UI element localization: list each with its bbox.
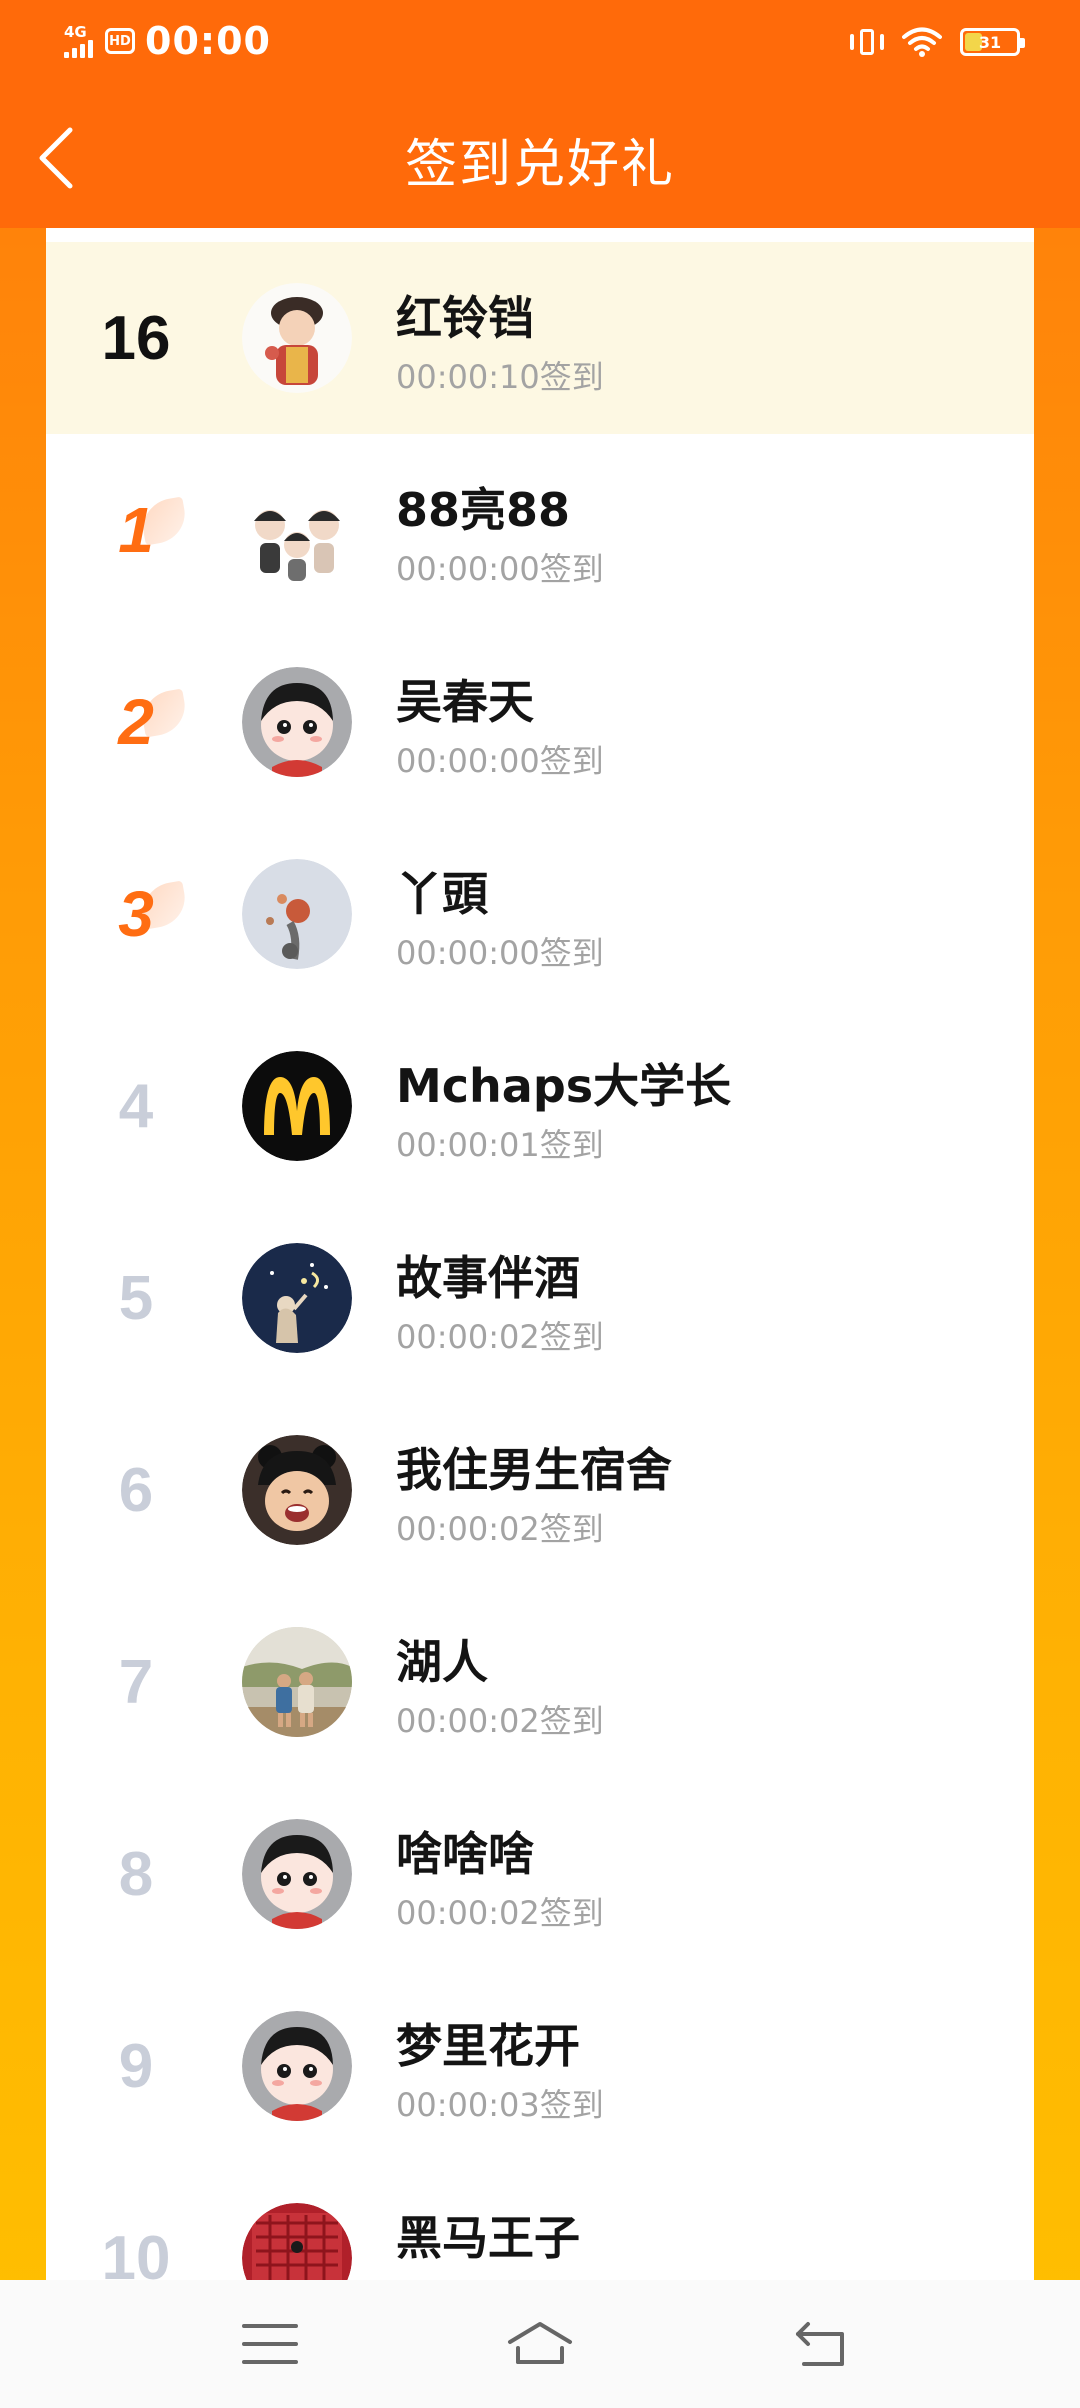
sign-in-time: 00:00:02签到 <box>396 1510 604 1548</box>
avatar[interactable] <box>242 2011 352 2121</box>
user-name: 黑马王子 <box>396 2211 580 2265</box>
rank-number: 4 <box>118 1071 154 1141</box>
rank-digit: 3 <box>118 878 154 950</box>
vibrate-icon <box>850 26 884 58</box>
user-name: 88亮88 <box>396 483 571 537</box>
avatar[interactable] <box>242 859 352 969</box>
sign-in-time: 00:00:01签到 <box>396 1126 604 1164</box>
sign-in-time: 00:00:02签到 <box>396 1318 604 1356</box>
avatar[interactable] <box>242 667 352 777</box>
rank-row[interactable]: 4 Mchaps大学长 00:00:01签到 <box>46 1010 1034 1202</box>
wifi-icon <box>902 27 942 57</box>
rank-number: 3 <box>86 818 190 1010</box>
status-left: 4G HD 00:00 <box>64 16 271 66</box>
avatar[interactable] <box>242 1435 352 1545</box>
system-nav-bar <box>0 2280 1080 2408</box>
user-name: 啥啥啥 <box>396 1827 534 1881</box>
user-name: 故事伴酒 <box>396 1251 580 1305</box>
avatar[interactable] <box>242 2203 352 2280</box>
rank-number: 8 <box>118 1839 154 1909</box>
sign-in-time: 00:00:02签到 <box>396 1702 604 1740</box>
avatar[interactable] <box>242 1243 352 1353</box>
rank-row[interactable]: 2 吴春天 00:00:00签到 <box>46 626 1034 818</box>
rank-row[interactable]: 5 故事伴酒 00:00:02签到 <box>46 1202 1034 1394</box>
sign-in-time: 00:00:10签到 <box>396 358 604 396</box>
signal-bars <box>64 39 93 58</box>
rank-number: 2 <box>86 626 190 818</box>
sign-in-time: 00:00:00签到 <box>396 934 604 972</box>
rank-number: 6 <box>118 1455 154 1525</box>
network-type: 4G <box>64 22 87 41</box>
hd-icon: HD <box>105 28 135 54</box>
rank-number: 1 <box>86 434 190 626</box>
status-right: 31 <box>850 20 1025 64</box>
status-bar: 4G HD 00:00 31 <box>0 0 1080 84</box>
rank-row[interactable]: 1 88亮88 00:00:00签到 <box>46 434 1034 626</box>
rank-row[interactable]: 8 啥啥啥 00:00:02签到 <box>46 1778 1034 1970</box>
avatar[interactable] <box>242 283 352 393</box>
rank-row[interactable]: 9 梦里花开 00:00:03签到 <box>46 1970 1034 2162</box>
user-name: 我住男生宿舍 <box>396 1443 672 1497</box>
rank-row[interactable]: 10 黑马王子 00:00:03签到 <box>46 2162 1034 2280</box>
user-name: 红铃铛 <box>396 291 534 345</box>
return-button[interactable] <box>780 2308 860 2380</box>
user-name: 吴春天 <box>396 675 534 729</box>
avatar[interactable] <box>242 1627 352 1737</box>
status-time: 00:00 <box>145 19 271 63</box>
rank-number: 9 <box>118 2031 154 2101</box>
user-name: 丫頭 <box>396 867 488 921</box>
battery-icon: 31 <box>960 28 1025 56</box>
page-title: 签到兑好礼 <box>404 135 675 195</box>
sign-in-time: 00:00:02签到 <box>396 1894 604 1932</box>
user-name: Mchaps大学长 <box>396 1059 732 1113</box>
rank-row[interactable]: 3 丫頭 00:00:00签到 <box>46 818 1034 1010</box>
rank-row[interactable]: 6 我住男生宿舍 00:00:02签到 <box>46 1394 1034 1586</box>
sign-in-time: 00:00:03签到 <box>396 2086 604 2124</box>
rank-number: 7 <box>118 1647 154 1717</box>
home-button[interactable] <box>500 2308 580 2380</box>
menu-button[interactable] <box>230 2308 310 2380</box>
return-icon <box>796 2322 844 2366</box>
my-rank-row[interactable]: 16 红铃铛 00:00:10签到 <box>46 242 1034 434</box>
battery-level: 31 <box>978 32 1002 52</box>
rank-digit: 2 <box>118 686 154 758</box>
menu-icon <box>242 2324 298 2364</box>
signal-icon: 4G <box>64 22 93 58</box>
title-bar: 签到兑好礼 <box>0 84 1080 228</box>
avatar[interactable] <box>242 475 352 585</box>
sign-in-time: 00:00:00签到 <box>396 742 604 780</box>
sign-in-time: 00:00:03签到 <box>396 2272 604 2280</box>
rank-number: 10 <box>101 2223 171 2281</box>
avatar[interactable] <box>242 1051 352 1161</box>
user-name: 湖人 <box>396 1635 488 1689</box>
ranking-list[interactable]: 16 红铃铛 00:00:10签到 1 88亮88 00:00:00签到 2 吴… <box>46 228 1034 2280</box>
home-icon <box>508 2322 572 2364</box>
rank-row[interactable]: 7 湖人 00:00:02签到 <box>46 1586 1034 1778</box>
avatar[interactable] <box>242 1819 352 1929</box>
sign-in-time: 00:00:00签到 <box>396 550 604 588</box>
user-name: 梦里花开 <box>396 2019 580 2073</box>
my-rank-number: 16 <box>101 303 171 373</box>
rank-digit: 1 <box>118 494 154 566</box>
rank-number: 5 <box>118 1263 154 1333</box>
